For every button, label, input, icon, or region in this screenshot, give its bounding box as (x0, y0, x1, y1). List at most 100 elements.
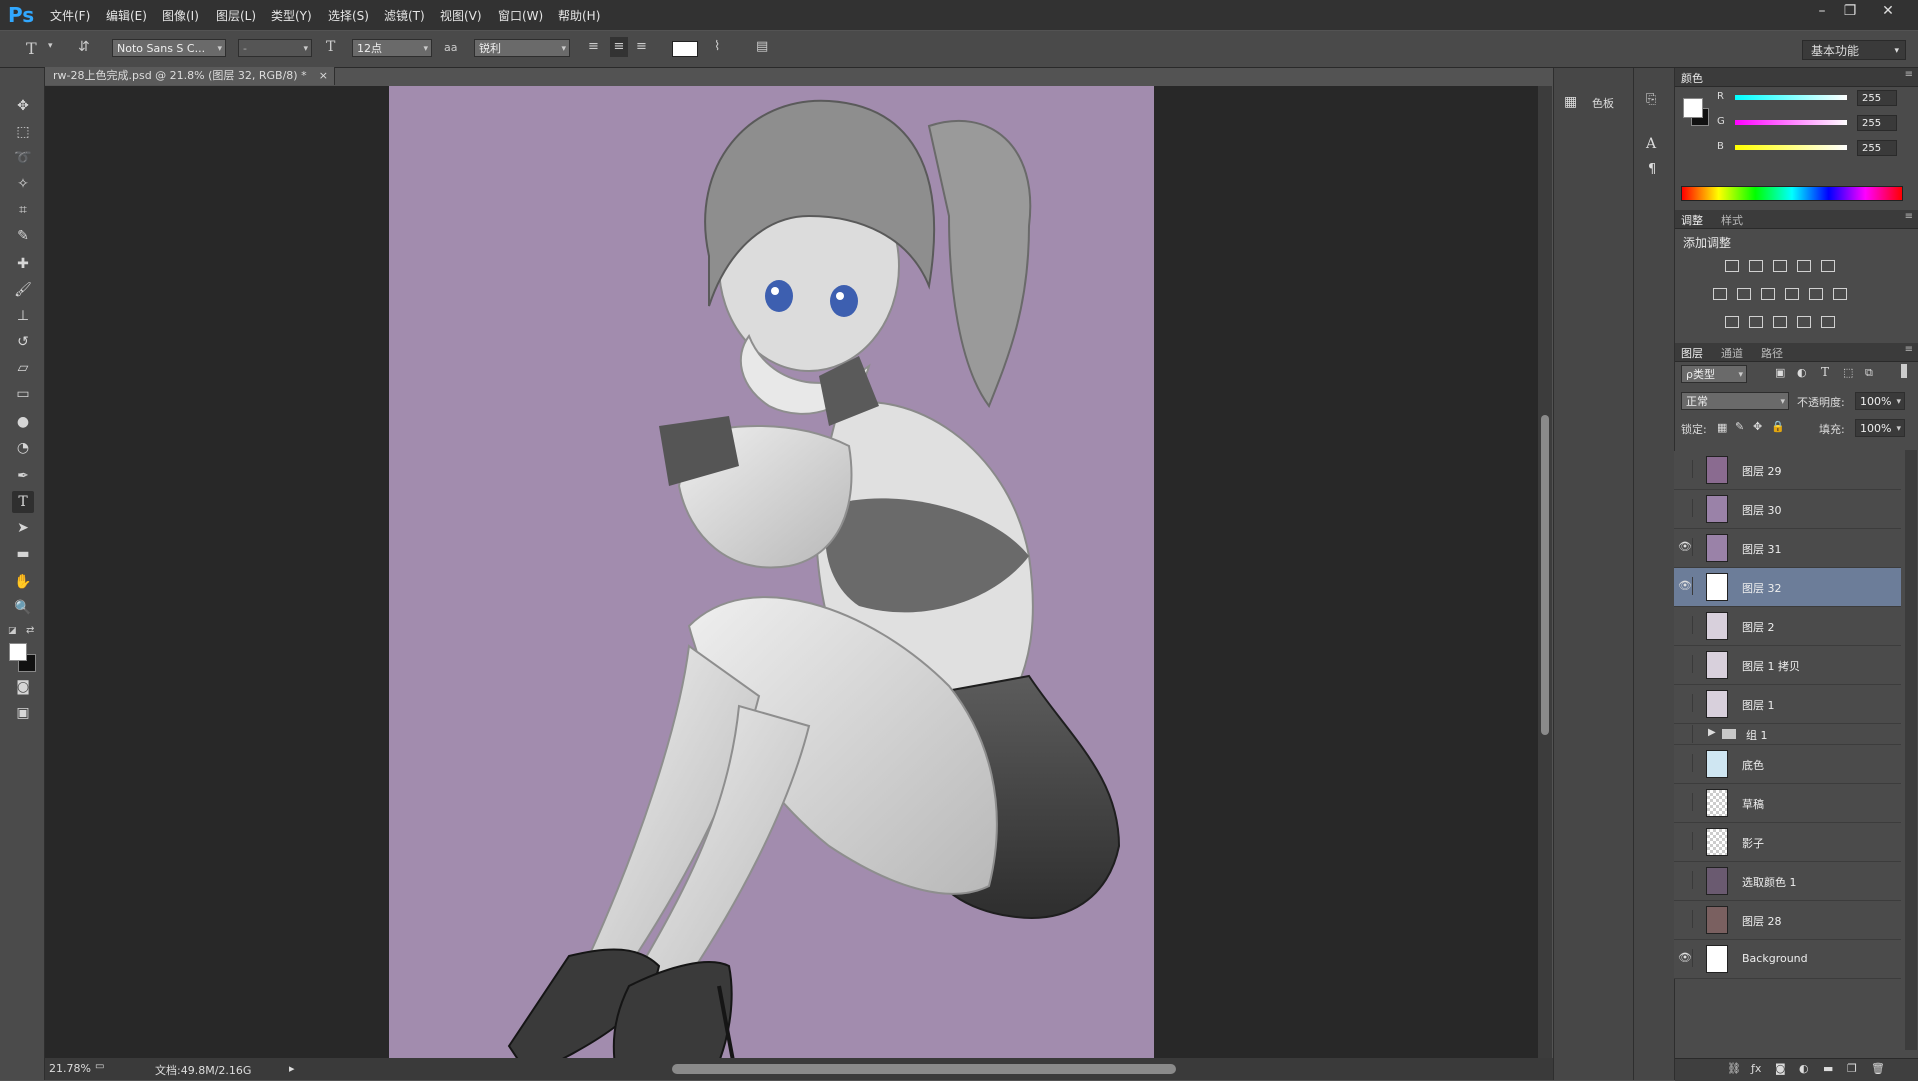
channel-b-slider[interactable] (1735, 145, 1847, 150)
layer-row[interactable]: 底色 (1674, 745, 1901, 784)
document-tab[interactable]: rw-28上色完成.psd @ 21.8% (图层 32, RGB/8) * × (45, 67, 335, 85)
menu-select[interactable]: 选择(S) (328, 7, 369, 24)
panel-menu-icon[interactable]: ≡ (1905, 69, 1913, 80)
eraser-tool-icon[interactable]: ▱ (12, 357, 34, 379)
hand-tool-icon[interactable]: ✋ (12, 571, 34, 593)
blur-tool-icon[interactable]: ● (12, 411, 34, 433)
align-center-icon[interactable]: ≡ (610, 37, 628, 57)
path-selection-tool-icon[interactable]: ➤ (12, 517, 34, 539)
filter-shape-icon[interactable]: ⬚ (1843, 366, 1853, 379)
menu-edit[interactable]: 编辑(E) (106, 7, 147, 24)
layer-row[interactable]: 👁 Background (1674, 940, 1901, 979)
menu-help[interactable]: 帮助(H) (558, 7, 600, 24)
layer-row[interactable]: 图层 30 (1674, 490, 1901, 529)
layer-row[interactable]: 图层 2 (1674, 607, 1901, 646)
visibility-eye-icon[interactable] (1678, 694, 1693, 712)
marquee-tool-icon[interactable]: ⬚ (12, 121, 34, 143)
blend-mode-select[interactable]: 正常 ▾ (1681, 392, 1789, 410)
menu-type[interactable]: 类型(Y) (271, 7, 312, 24)
close-window-button[interactable]: ✕ (1874, 2, 1902, 20)
tab-adjustments[interactable]: 调整 (1681, 212, 1703, 228)
channel-g-slider[interactable] (1735, 120, 1847, 125)
tab-paths[interactable]: 路径 (1761, 345, 1783, 361)
visibility-eye-icon[interactable] (1678, 754, 1693, 772)
visibility-eye-icon[interactable] (1678, 793, 1693, 811)
paragraph-icon[interactable]: ¶ (1648, 162, 1656, 177)
align-left-icon[interactable]: ≡ (588, 39, 599, 54)
swatches-label[interactable]: 色板 (1592, 95, 1614, 111)
font-style-select[interactable]: - ▾ (238, 39, 312, 57)
magic-wand-tool-icon[interactable]: ✧ (12, 173, 34, 195)
color-lookup-icon[interactable] (1833, 288, 1847, 300)
dodge-tool-icon[interactable]: ◔ (12, 437, 34, 459)
layer-row[interactable]: 👁 图层 31 (1674, 529, 1901, 568)
link-layers-icon[interactable]: ⛓ (1727, 1062, 1741, 1075)
layer-row[interactable]: 影子 (1674, 823, 1901, 862)
layers-scrollbar[interactable] (1905, 450, 1917, 1050)
visibility-eye-icon[interactable] (1678, 725, 1693, 743)
visibility-eye-icon[interactable]: 👁 (1678, 538, 1693, 556)
minimize-button[interactable]: – (1808, 2, 1836, 20)
photo-filter-icon[interactable] (1785, 288, 1799, 300)
filter-type-icon[interactable]: T (1821, 365, 1829, 379)
lock-all-icon[interactable]: 🔒 (1771, 420, 1785, 433)
channel-mixer-icon[interactable] (1809, 288, 1823, 300)
vibrance-icon[interactable] (1821, 260, 1835, 272)
history-brush-tool-icon[interactable]: ↺ (12, 331, 34, 353)
character-panel-icon[interactable]: ▤ (756, 39, 768, 54)
proof-icon[interactable]: ▭ (95, 1061, 104, 1072)
default-colors-icon[interactable]: ◪ (8, 626, 17, 636)
horizontal-scrollbar-thumb[interactable] (672, 1064, 1176, 1074)
channel-g-value[interactable]: 255 (1857, 115, 1897, 131)
type-tool-preset-icon[interactable]: T (26, 39, 37, 58)
posterize-icon[interactable] (1749, 316, 1763, 328)
type-tool-icon[interactable]: T (12, 491, 34, 513)
menu-filter[interactable]: 滤镜(T) (384, 7, 425, 24)
status-menu-arrow-icon[interactable]: ▸ (289, 1062, 295, 1075)
quick-mask-icon[interactable]: ◙ (12, 676, 34, 698)
tab-channels[interactable]: 通道 (1721, 345, 1743, 361)
new-group-icon[interactable]: ▬ (1823, 1062, 1833, 1075)
lock-position-icon[interactable]: ✥ (1753, 420, 1762, 433)
layer-row[interactable]: 图层 29 (1674, 451, 1901, 490)
expand-group-icon[interactable]: ▶ (1708, 727, 1716, 738)
pen-tool-icon[interactable]: ✒ (12, 465, 34, 487)
shape-tool-icon[interactable]: ▬ (12, 543, 34, 565)
new-layer-icon[interactable]: ❐ (1847, 1062, 1857, 1075)
channel-r-value[interactable]: 255 (1857, 90, 1897, 106)
menu-view[interactable]: 视图(V) (440, 7, 482, 24)
lasso-tool-icon[interactable]: ➰ (12, 147, 34, 169)
delete-layer-icon[interactable]: 🗑 (1871, 1062, 1885, 1075)
visibility-eye-icon[interactable] (1678, 499, 1693, 517)
text-orientation-icon[interactable]: ⇵ (78, 39, 90, 55)
history-icon[interactable]: ⎘ (1646, 92, 1656, 107)
move-tool-icon[interactable]: ✥ (12, 95, 34, 117)
layer-style-icon[interactable]: ƒx (1751, 1062, 1761, 1075)
color-spectrum-bar[interactable] (1681, 186, 1903, 201)
color-foreground-swatch[interactable] (1683, 98, 1703, 118)
invert-icon[interactable] (1725, 316, 1739, 328)
crop-tool-icon[interactable]: ⌗ (12, 199, 34, 221)
document-canvas[interactable] (389, 86, 1154, 1058)
brightness-contrast-icon[interactable] (1725, 260, 1739, 272)
menu-window[interactable]: 窗口(W) (498, 7, 543, 24)
tab-layers[interactable]: 图层 (1681, 345, 1703, 361)
text-color-swatch[interactable] (672, 41, 698, 57)
opacity-field[interactable]: 100% ▾ (1855, 392, 1905, 410)
panel-menu-icon[interactable]: ≡ (1905, 211, 1913, 222)
hue-saturation-icon[interactable] (1713, 288, 1727, 300)
lock-transparent-icon[interactable]: ▦ (1717, 421, 1727, 434)
visibility-eye-icon[interactable] (1678, 871, 1693, 889)
layer-row[interactable]: 草稿 (1674, 784, 1901, 823)
threshold-icon[interactable] (1773, 316, 1787, 328)
brush-tool-icon[interactable]: 🖌 (12, 279, 34, 301)
foreground-color-swatch[interactable] (9, 643, 27, 661)
panel-menu-icon[interactable]: ≡ (1905, 344, 1913, 355)
channel-b-value[interactable]: 255 (1857, 140, 1897, 156)
visibility-eye-icon[interactable] (1678, 616, 1693, 634)
fill-field[interactable]: 100% ▾ (1855, 419, 1905, 437)
vertical-scrollbar-thumb[interactable] (1541, 415, 1549, 735)
filter-smart-object-icon[interactable]: ⧉ (1865, 366, 1873, 380)
curves-icon[interactable] (1773, 260, 1787, 272)
font-family-select[interactable]: Noto Sans S C... ▾ (112, 39, 226, 57)
